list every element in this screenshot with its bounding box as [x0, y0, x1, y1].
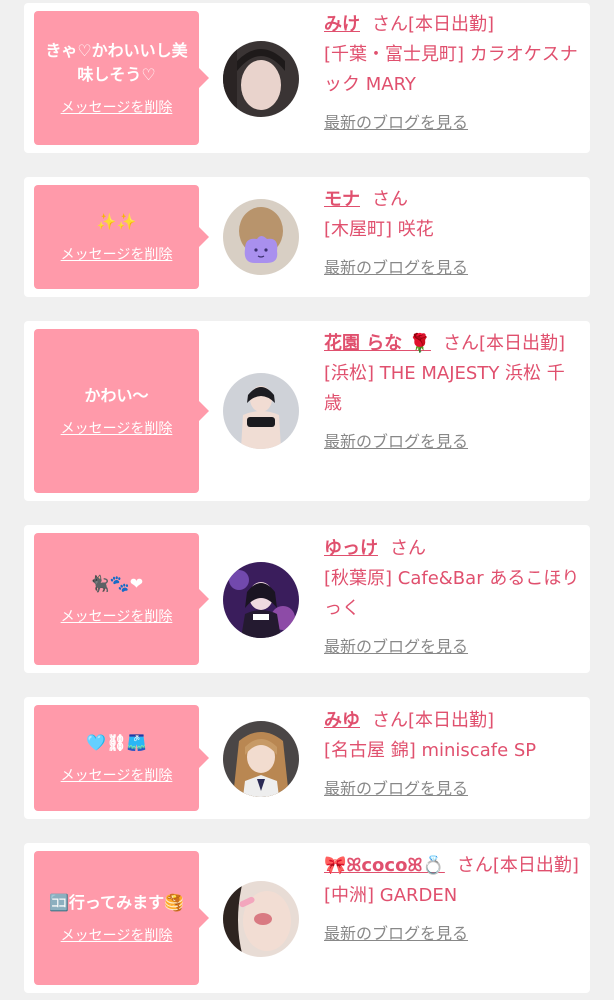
sender-name-link[interactable]: みゆ: [324, 710, 360, 731]
avatar-image: [223, 373, 299, 449]
avatar-image: [223, 199, 299, 275]
delete-message-link[interactable]: メッセージを削除: [61, 244, 173, 264]
sender-name-link[interactable]: ゆっけ: [324, 538, 378, 559]
honorific: さん: [372, 189, 408, 210]
avatar-image: [223, 721, 299, 797]
latest-blog-link[interactable]: 最新のブログを見る: [324, 919, 580, 949]
sender-info: ゆっけ さん [秋葉原] Cafe&Bar あるこほりっく 最新のブログを見る: [324, 534, 580, 662]
message-card: きゃ♡かわいいし美味しそう♡ メッセージを削除 みけ さん[本日出勤] [千葉・富…: [24, 3, 590, 153]
avatar-image: [223, 562, 299, 638]
latest-blog-link[interactable]: 最新のブログを見る: [324, 108, 580, 138]
honorific: さん: [390, 538, 426, 559]
shop-name: [秋葉原] Cafe&Bar あるこほりっく: [324, 568, 580, 619]
working-today-status: [本日出勤]: [492, 855, 579, 876]
message-bubble: 🩵⛓🩳 メッセージを削除: [34, 705, 209, 811]
avatar-image: [223, 881, 299, 957]
sender-name-link[interactable]: みけ: [324, 14, 360, 35]
sender-name-link[interactable]: 花園 らな 🌹: [324, 333, 431, 354]
shop-name: [浜松] THE MAJESTY 浜松 千歳: [324, 363, 565, 414]
message-bubble: ✨✨ メッセージを削除: [34, 185, 209, 289]
sender-name-link[interactable]: モナ: [324, 189, 360, 210]
avatar[interactable]: [223, 41, 299, 117]
message-bubble: 🐈‍⬛🐾❤ メッセージを削除: [34, 533, 209, 665]
avatar[interactable]: [223, 562, 299, 638]
sender-info: みゆ さん[本日出勤] [名古屋 錦] miniscafe SP 最新のブログを見…: [324, 706, 580, 804]
honorific: さん: [442, 333, 479, 354]
message-text: 🐈‍⬛🐾❤: [89, 574, 144, 593]
sender-info: モナ さん [木屋町] 咲花 最新のブログを見る: [324, 185, 580, 283]
working-today-status: [本日出勤]: [408, 710, 495, 731]
delete-message-link[interactable]: メッセージを削除: [61, 418, 173, 438]
message-bubble: 🈁行ってみます🥞 メッセージを削除: [34, 851, 209, 985]
sender-info: 花園 らな 🌹 さん[本日出勤] [浜松] THE MAJESTY 浜松 千歳 最…: [324, 329, 580, 457]
message-bubble: きゃ♡かわいいし美味しそう♡ メッセージを削除: [34, 11, 209, 145]
message-text: 🈁行ってみます🥞: [48, 893, 185, 912]
message-card: 🈁行ってみます🥞 メッセージを削除 🎀ꕤcocoꕤ💍 さん[本日出勤] [中洲] …: [24, 843, 590, 993]
delete-message-link[interactable]: メッセージを削除: [61, 765, 173, 785]
avatar[interactable]: [223, 373, 299, 449]
latest-blog-link[interactable]: 最新のブログを見る: [324, 427, 580, 457]
shop-name: [中洲] GARDEN: [324, 885, 458, 906]
honorific: さん: [456, 855, 493, 876]
avatar[interactable]: [223, 721, 299, 797]
avatar[interactable]: [223, 199, 299, 275]
message-text: 🩵⛓🩳: [86, 733, 147, 752]
sender-info: みけ さん[本日出勤] [千葉・富士見町] カラオケスナック MARY 最新のブロ…: [324, 10, 580, 138]
working-today-status: [本日出勤]: [408, 14, 495, 35]
working-today-status: [本日出勤]: [478, 333, 565, 354]
avatar-image: [223, 41, 299, 117]
shop-name: [木屋町] 咲花: [324, 219, 434, 240]
shop-name: [名古屋 錦] miniscafe SP: [324, 740, 537, 761]
sender-info: 🎀ꕤcocoꕤ💍 さん[本日出勤] [中洲] GARDEN 最新のブログを見る: [324, 851, 580, 949]
message-text: きゃ♡かわいいし美味しそう♡: [45, 41, 188, 84]
latest-blog-link[interactable]: 最新のブログを見る: [324, 774, 580, 804]
honorific: さん: [372, 14, 408, 35]
shop-name: [千葉・富士見町] カラオケスナック MARY: [324, 44, 578, 95]
latest-blog-link[interactable]: 最新のブログを見る: [324, 632, 580, 662]
sender-name-link[interactable]: 🎀ꕤcocoꕤ💍: [324, 855, 445, 876]
message-card: かわい〜 メッセージを削除 花園 らな 🌹 さん[本日出勤] [浜松] THE M…: [24, 321, 590, 501]
message-bubble: かわい〜 メッセージを削除: [34, 329, 209, 493]
message-card: 🐈‍⬛🐾❤ メッセージを削除 ゆっけ さん [秋葉原] Cafe&Bar あるこほ…: [24, 525, 590, 673]
avatar[interactable]: [223, 881, 299, 957]
delete-message-link[interactable]: メッセージを削除: [61, 925, 173, 945]
delete-message-link[interactable]: メッセージを削除: [61, 97, 173, 117]
honorific: さん: [372, 710, 408, 731]
delete-message-link[interactable]: メッセージを削除: [61, 606, 173, 626]
message-card: ✨✨ メッセージを削除 モナ さん [木屋町] 咲花 最新のブログを見る: [24, 177, 590, 297]
message-text: かわい〜: [84, 386, 149, 405]
latest-blog-link[interactable]: 最新のブログを見る: [324, 253, 580, 283]
message-list: きゃ♡かわいいし美味しそう♡ メッセージを削除 みけ さん[本日出勤] [千葉・富…: [0, 0, 614, 1000]
message-text: ✨✨: [96, 212, 137, 231]
message-card: 🩵⛓🩳 メッセージを削除 みゆ さん[本日出勤] [名古屋 錦] miniscaf…: [24, 697, 590, 819]
